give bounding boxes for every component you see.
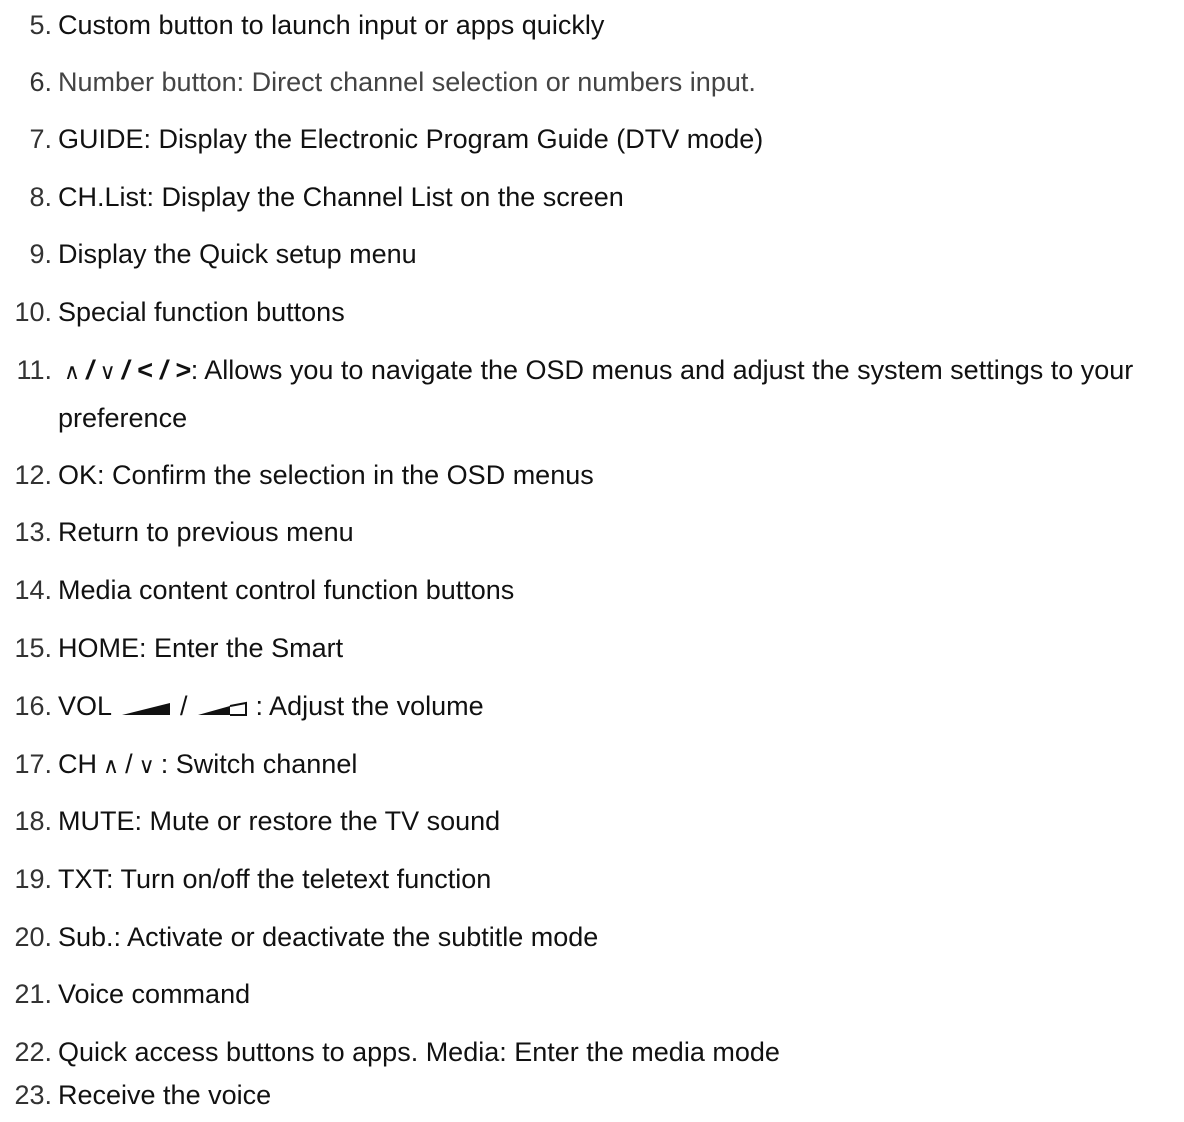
item-text: Return to previous menu xyxy=(58,517,354,547)
item-number: 13. xyxy=(14,517,52,547)
item-number: 18. xyxy=(14,806,52,836)
item-number: 6. xyxy=(29,67,52,97)
item-number: 7. xyxy=(29,124,52,154)
item-text: CH ∧ / ∨: Switch channel xyxy=(58,741,357,789)
item-text: Special function buttons xyxy=(58,297,345,327)
item-number: 15. xyxy=(14,633,52,663)
item-text: CH.List: Display the Channel List on the… xyxy=(58,182,624,212)
volume-up-icon xyxy=(120,685,172,731)
item-number: 9. xyxy=(29,239,52,269)
item-text: Custom button to launch input or apps qu… xyxy=(58,10,605,40)
item-text: Quick access buttons to apps. Media: Ent… xyxy=(58,1037,780,1067)
volume-down-icon xyxy=(196,685,248,731)
item-number: 17. xyxy=(14,749,52,779)
item-text: VOL / : Adjust the volume xyxy=(58,683,484,731)
down-arrow-symbol: ∨ xyxy=(99,359,116,384)
item-number: 16. xyxy=(14,691,52,721)
item-text: Receive the voice xyxy=(58,1080,272,1110)
item-text: Number button: Direct channel selection … xyxy=(58,67,756,97)
item-text: ∧ / ∨ / < / >: Allows you to navigate the O… xyxy=(58,347,1178,441)
item-number: 10. xyxy=(14,297,52,327)
item-text: Voice command xyxy=(58,979,251,1009)
item-text: MUTE: Mute or restore the TV sound xyxy=(58,806,501,836)
item-description: : Adjust the volume xyxy=(255,691,484,721)
item-number: 5. xyxy=(29,10,52,40)
item-number: 12. xyxy=(14,460,52,490)
item-number: 14. xyxy=(14,575,52,605)
item-number: 20. xyxy=(14,922,52,952)
item-number: 23. xyxy=(14,1080,52,1110)
item-text: HOME: Enter the Smart xyxy=(58,633,344,663)
separator-left-right: / < / > xyxy=(121,355,191,385)
item-number: 11. xyxy=(16,355,52,385)
down-arrow-symbol: ∨ xyxy=(138,753,155,778)
item-text: OK: Confirm the selection in the OSD men… xyxy=(58,460,594,490)
ch-prefix: CH xyxy=(58,749,97,779)
item-description: : Switch channel xyxy=(160,749,358,779)
item-number: 19. xyxy=(14,864,52,894)
item-text: GUIDE: Display the Electronic Program Gu… xyxy=(58,124,764,154)
item-number: 21. xyxy=(14,979,52,1009)
item-number: 8. xyxy=(29,182,52,212)
item-number: 22. xyxy=(14,1037,52,1067)
item-text: Media content control function buttons xyxy=(58,575,515,605)
item-description: : Allows you to navigate the OSD menus a… xyxy=(58,355,1134,433)
ch-slash: / xyxy=(125,749,133,779)
item-text: Sub.: Activate or deactivate the subtitl… xyxy=(58,922,599,952)
up-arrow-symbol: ∧ xyxy=(103,753,120,778)
vol-slash: / xyxy=(180,691,188,721)
item-text: Display the Quick setup menu xyxy=(58,239,417,269)
up-arrow-symbol: ∧ xyxy=(64,359,81,384)
separator: / xyxy=(86,355,94,385)
vol-prefix: VOL xyxy=(58,691,113,721)
item-text: TXT: Turn on/off the teletext function xyxy=(58,864,492,894)
